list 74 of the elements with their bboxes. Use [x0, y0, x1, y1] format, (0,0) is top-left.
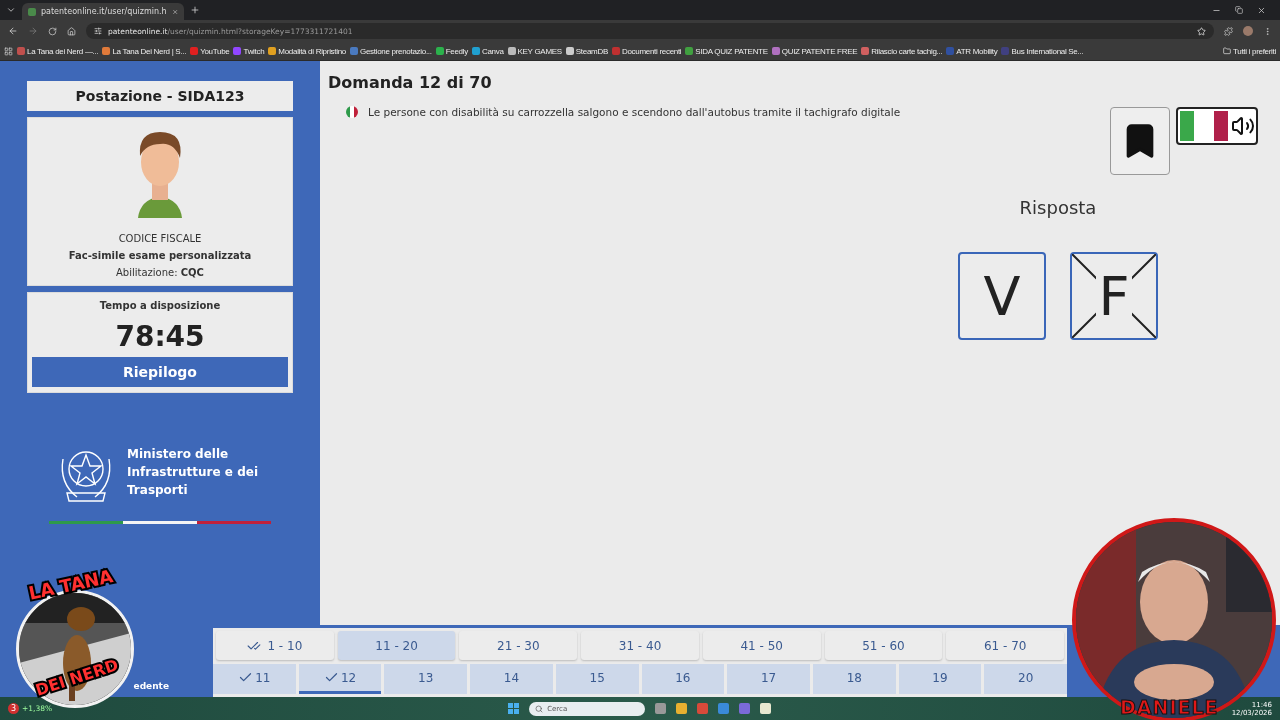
bookmark-link[interactable]: Gestione prenotazio...: [350, 46, 432, 56]
bookmark-link[interactable]: Rilascio carte tachig...: [861, 46, 943, 56]
bookmark-link[interactable]: YouTube: [190, 46, 230, 56]
bookmark-link[interactable]: Bus International Se...: [1001, 46, 1084, 56]
time-label: Tempo a disposizione: [99, 299, 221, 313]
bookmark-link[interactable]: La Tana dei Nerd —...: [17, 46, 99, 56]
bookmark-link[interactable]: Canva: [471, 46, 504, 56]
countdown-timer: 78:45: [115, 320, 205, 353]
extension-icon[interactable]: [1224, 26, 1233, 36]
tab-title: patenteonline.it/user/quizmin.h: [41, 7, 167, 16]
question-number-tab[interactable]: 12: [298, 664, 382, 694]
qualification-text: Abilitazione: CQC: [116, 266, 204, 280]
bookmark-link[interactable]: Feedly: [435, 46, 468, 56]
bookmark-button[interactable]: [1110, 107, 1170, 175]
question-text: Le persone con disabilità su carrozzella salgono e scendono dall'autobus tramite il tachigrafo digitale: [368, 106, 901, 118]
speaker-icon: [1230, 114, 1255, 138]
answer-button[interactable]: V: [958, 252, 1046, 340]
bookmark-link[interactable]: SteamDB: [565, 46, 608, 56]
audio-button[interactable]: [1176, 107, 1258, 145]
menu-icon[interactable]: [1263, 26, 1272, 36]
bookmark-link[interactable]: QUIZ PATENTE FREE: [771, 46, 858, 56]
range-tab[interactable]: 61 - 70: [946, 631, 1065, 660]
ministry-name: Ministero delle Infrastrutture e dei Trasporti: [127, 446, 258, 499]
bookmark-link[interactable]: ATR Mobility: [946, 46, 998, 56]
notification-badge: 3: [8, 703, 19, 714]
cross-mark-icon: [1072, 254, 1156, 338]
star-icon[interactable]: [1197, 26, 1206, 36]
logo-title: LA TANA: [26, 565, 115, 604]
answer-button[interactable]: F: [1070, 252, 1158, 340]
back-icon[interactable]: [8, 26, 18, 36]
question-title: Domanda 12 di 70: [328, 73, 493, 92]
summary-button[interactable]: Riepilogo: [32, 357, 288, 387]
tab-list-icon[interactable]: [6, 5, 16, 15]
new-tab-icon[interactable]: [190, 5, 200, 15]
bookmark-link[interactable]: Documenti recenti: [611, 46, 682, 56]
range-tab[interactable]: 1 - 10: [216, 631, 334, 660]
question-number-tab[interactable]: 11: [213, 664, 296, 694]
tax-code-label: CODICE FISCALE: [118, 232, 202, 246]
answer-label: Risposta: [1019, 197, 1097, 218]
question-number-tab[interactable]: 16: [641, 664, 725, 694]
previous-button[interactable]: edente: [133, 681, 169, 691]
profile-avatar-icon[interactable]: [1243, 26, 1253, 36]
bookmark-link[interactable]: SIDA QUIZ PATENTE: [685, 46, 768, 56]
reload-icon[interactable]: [48, 26, 57, 36]
close-icon[interactable]: [171, 7, 178, 16]
question-number-tab[interactable]: 14: [470, 664, 553, 694]
site-settings-icon[interactable]: [94, 27, 102, 35]
exam-type-text: Fac-simile esame personalizzata: [68, 249, 252, 263]
apps-icon[interactable]: [4, 46, 13, 56]
bookmark-link[interactable]: KEY GAMES: [507, 46, 562, 56]
italian-flag-icon: [346, 106, 358, 118]
range-tab[interactable]: 51 - 60: [824, 631, 943, 660]
restore-icon[interactable]: [1235, 5, 1243, 15]
question-number-tab[interactable]: 18: [812, 664, 896, 694]
question-number-tab[interactable]: 13: [384, 664, 468, 694]
bookmark-link[interactable]: Modalità di Ripristino: [268, 46, 346, 56]
question-number-tab[interactable]: 19: [898, 664, 982, 694]
bookmark-link[interactable]: Twitch: [233, 46, 265, 56]
range-tab[interactable]: 11 - 20: [337, 631, 456, 660]
browser-tab[interactable]: patenteonline.it/user/quizmin.h: [22, 3, 184, 20]
range-tab[interactable]: 41 - 50: [702, 631, 821, 660]
question-number-tab[interactable]: 15: [555, 664, 639, 694]
all-bookmarks-link[interactable]: Tutti i preferiti: [1222, 46, 1276, 56]
start-icon[interactable]: [508, 703, 520, 714]
logo-subtitle: DEI NERD: [33, 655, 121, 700]
range-tab[interactable]: 31 - 40: [581, 631, 699, 660]
close-icon[interactable]: [1257, 5, 1266, 15]
bookmark-link[interactable]: La Tana Dei Nerd | S...: [102, 46, 187, 56]
question-number-tab[interactable]: 17: [727, 664, 810, 694]
range-tab[interactable]: 21 - 30: [459, 631, 578, 660]
station-title: Postazione - SIDA123: [27, 81, 293, 111]
home-icon[interactable]: [67, 26, 76, 36]
question-number-tab[interactable]: 20: [984, 664, 1068, 694]
search-icon: [535, 704, 544, 713]
